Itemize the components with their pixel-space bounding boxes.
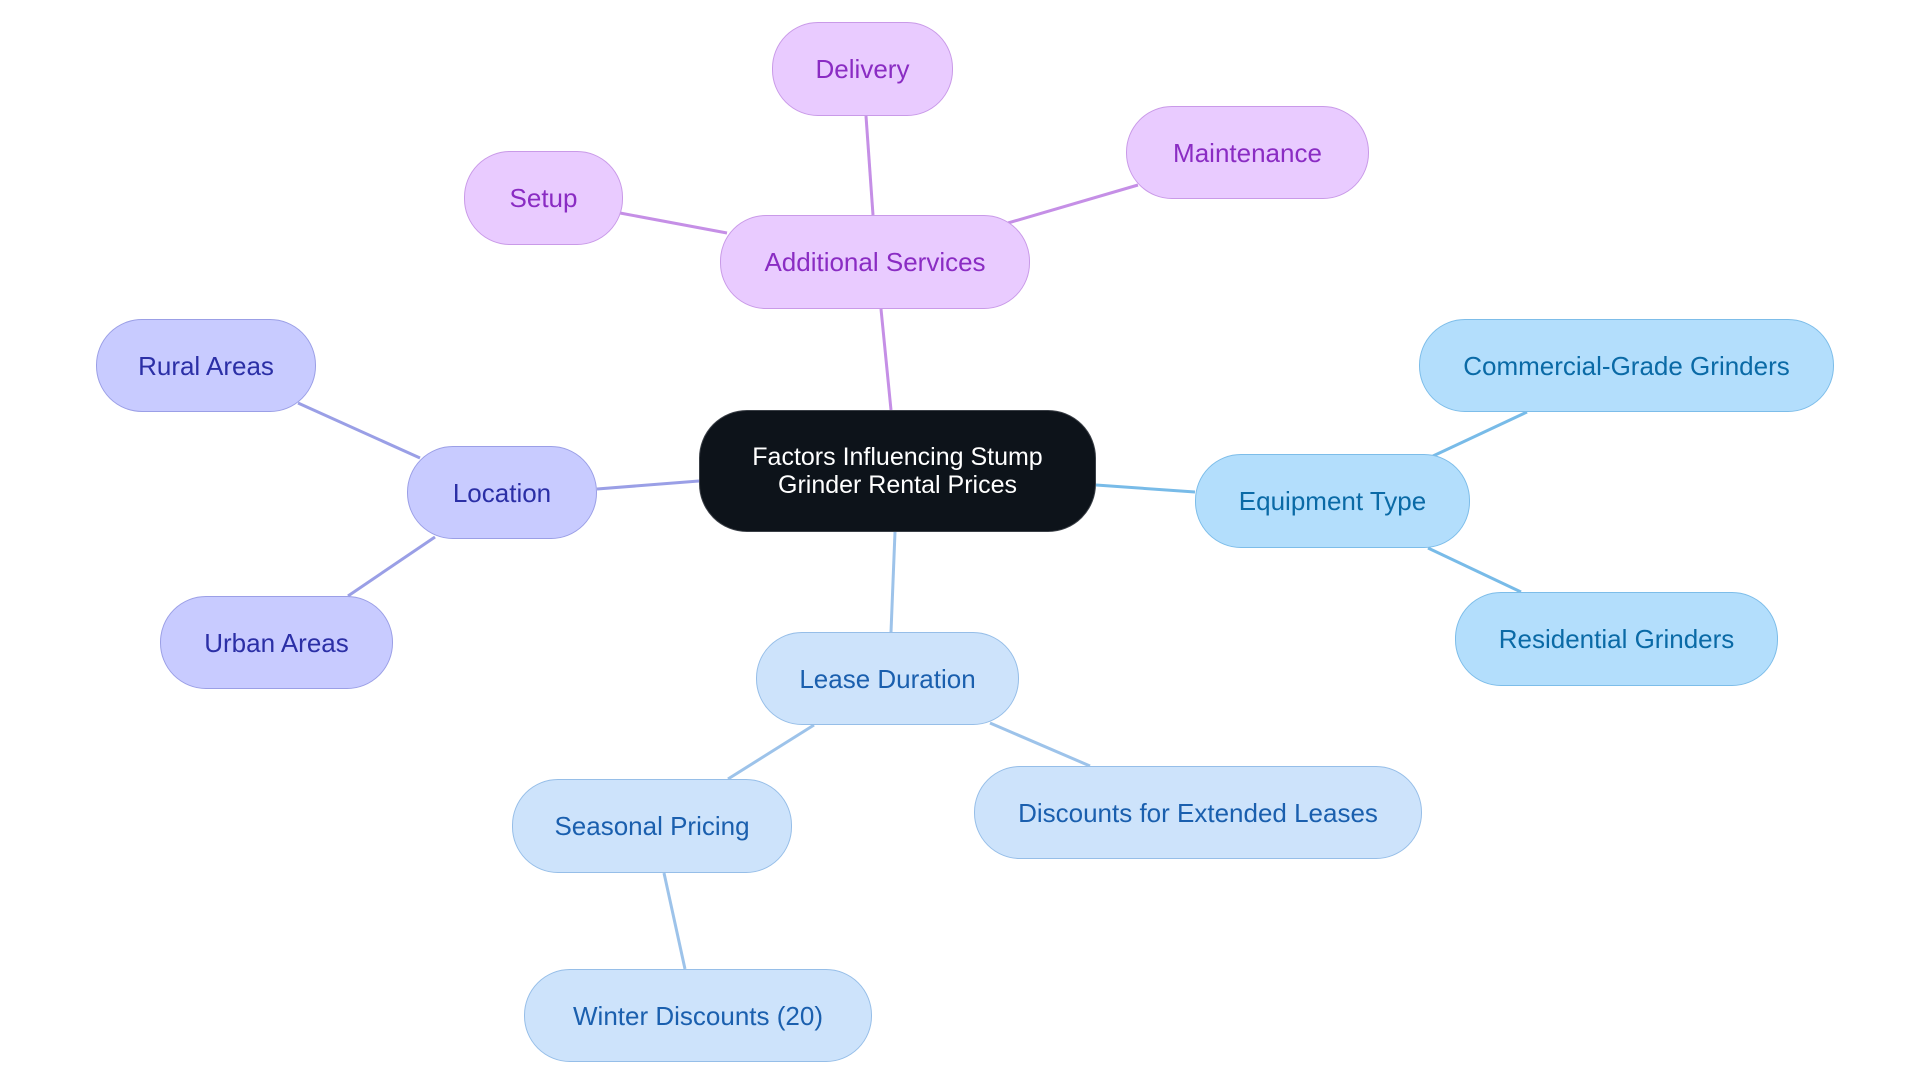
edge-root-additional-services bbox=[879, 308, 893, 411]
edge-additional-services-setup bbox=[619, 211, 728, 235]
node-label: Delivery bbox=[815, 54, 910, 84]
edge-seasonal-pricing-winter-discounts bbox=[662, 872, 687, 970]
node-residential-grinders[interactable]: Residential Grinders bbox=[1455, 592, 1778, 686]
edge-root-equipment-type bbox=[1095, 483, 1196, 494]
node-lease-duration[interactable]: Lease Duration bbox=[756, 632, 1019, 725]
root-node-label: Factors Influencing Stump Grinder Rental… bbox=[752, 443, 1043, 499]
edge-root-lease-duration bbox=[889, 531, 897, 633]
node-label: Discounts for Extended Leases bbox=[1018, 797, 1378, 828]
node-label: Maintenance bbox=[1173, 137, 1322, 168]
edge-additional-services-maintenance bbox=[1007, 183, 1139, 225]
edges-layer bbox=[297, 115, 1528, 970]
node-label: Setup bbox=[509, 183, 578, 213]
node-maintenance[interactable]: Maintenance bbox=[1126, 106, 1369, 199]
edge-equipment-type-residential-grinders bbox=[1427, 546, 1522, 594]
node-seasonal-pricing[interactable]: Seasonal Pricing bbox=[512, 779, 792, 873]
node-label: Location bbox=[452, 477, 552, 508]
edge-location-rural-areas bbox=[297, 401, 421, 460]
node-discounts-extended-leases[interactable]: Discounts for Extended Leases bbox=[974, 766, 1422, 859]
edge-additional-services-delivery bbox=[864, 115, 875, 216]
node-delivery[interactable]: Delivery bbox=[772, 22, 953, 116]
node-rural-areas[interactable]: Rural Areas bbox=[96, 319, 316, 412]
node-location[interactable]: Location bbox=[407, 446, 597, 539]
edge-location-urban-areas bbox=[347, 535, 436, 598]
node-label: Additional Services bbox=[764, 247, 986, 277]
node-commercial-grade-grinders[interactable]: Commercial-Grade Grinders bbox=[1419, 319, 1834, 412]
root-node[interactable]: Factors Influencing Stump Grinder Rental… bbox=[699, 410, 1096, 532]
node-winter-discounts[interactable]: Winter Discounts (20) bbox=[524, 969, 872, 1062]
edge-root-location bbox=[596, 479, 700, 491]
node-label: Residential Grinders bbox=[1498, 624, 1735, 654]
edge-lease-duration-discounts-extended-leases bbox=[989, 721, 1091, 768]
node-label: Urban Areas bbox=[204, 627, 349, 658]
node-label: Equipment Type bbox=[1238, 486, 1427, 516]
edge-equipment-type-commercial-grade-grinders bbox=[1432, 410, 1528, 458]
node-label: Seasonal Pricing bbox=[554, 811, 750, 841]
node-equipment-type[interactable]: Equipment Type bbox=[1195, 454, 1470, 548]
node-label: Rural Areas bbox=[138, 350, 274, 381]
node-label: Lease Duration bbox=[799, 663, 976, 694]
node-additional-services[interactable]: Additional Services bbox=[720, 215, 1030, 309]
node-urban-areas[interactable]: Urban Areas bbox=[160, 596, 393, 689]
node-label: Winter Discounts (20) bbox=[573, 1000, 823, 1031]
edge-lease-duration-seasonal-pricing bbox=[727, 723, 815, 781]
node-setup[interactable]: Setup bbox=[464, 151, 623, 245]
node-label: Commercial-Grade Grinders bbox=[1463, 350, 1790, 381]
